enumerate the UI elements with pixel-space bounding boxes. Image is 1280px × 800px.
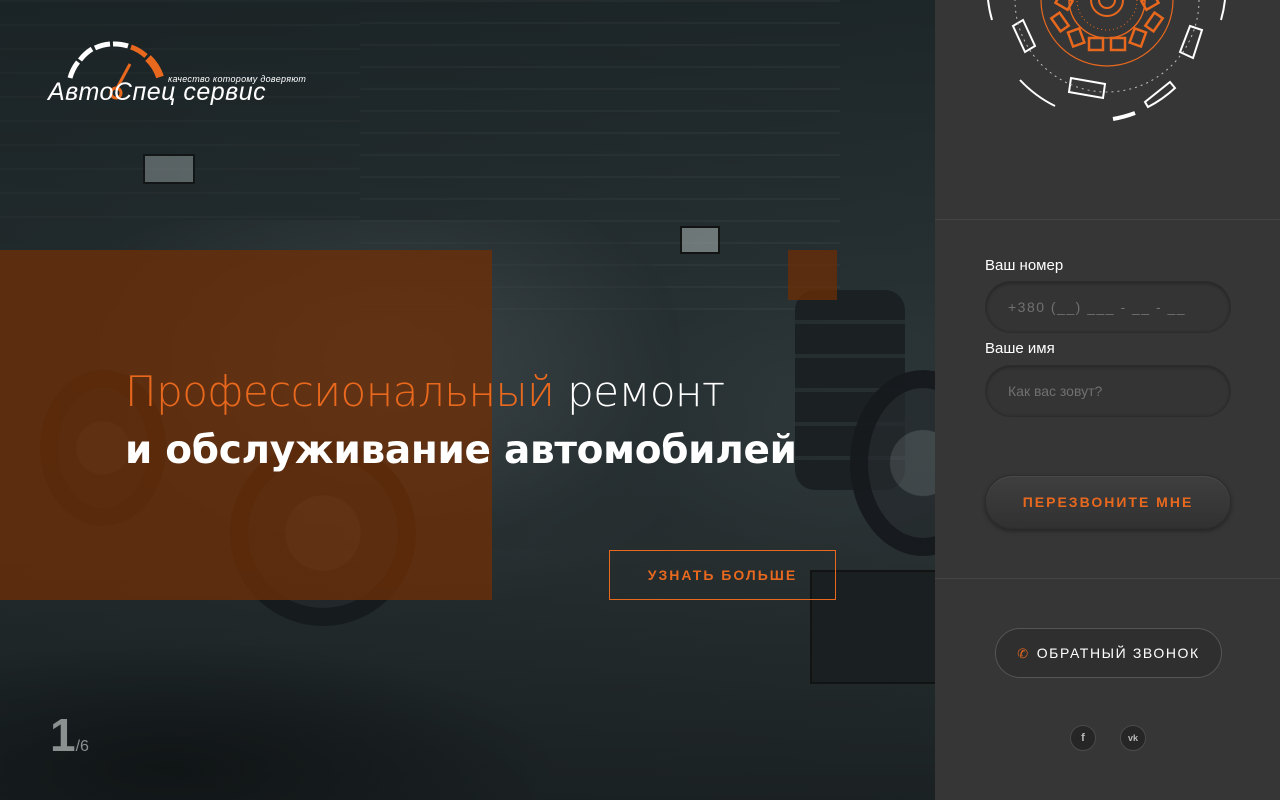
orange-accent-square [788,250,837,300]
vk-icon: vk [1127,733,1138,743]
facebook-link[interactable]: f [1070,725,1096,751]
hero-title-line1: Профессиональный ремонт [125,364,797,420]
hero-title-line2: и обслуживание автомобилей [125,428,797,473]
logo[interactable]: качество которому доверяют АвтоСпец серв… [48,40,320,110]
facebook-icon: f [1081,732,1085,744]
learn-more-button[interactable]: УЗНАТЬ БОЛЬШЕ [609,550,836,600]
slide-total-number: /6 [75,738,89,755]
callback-button[interactable]: ✆ ОБРАТНЫЙ ЗВОНОК [995,628,1222,678]
phone-label: Ваш номер [985,257,1064,274]
hero-section: качество которому доверяют АвтоСпец серв… [0,0,935,800]
name-input[interactable] [985,365,1231,417]
sidebar: Ваш номер Ваше имя ПЕРЕЗВОНИТЕ МНЕ ✆ ОБР… [935,0,1280,800]
hero-title-accent: Профессиональный [125,367,555,416]
call-me-button[interactable]: ПЕРЕЗВОНИТЕ МНЕ [985,475,1231,529]
name-label: Ваше имя [985,340,1055,357]
logo-name: АвтоСпец сервис [48,78,267,106]
hero-title: Профессиональный ремонт и обслуживание а… [125,364,797,482]
vk-link[interactable]: vk [1120,725,1146,751]
slide-counter: 1/6 [50,710,89,760]
hero-title-rest: ремонт [554,367,725,416]
divider [935,578,1280,579]
brake-disc-icon [987,0,1226,121]
divider [935,219,1280,220]
phone-input[interactable] [985,281,1231,333]
slide-current-number: 1 [50,709,76,761]
phone-icon: ✆ [1017,645,1030,661]
callback-button-label: ОБРАТНЫЙ ЗВОНОК [1036,645,1200,661]
